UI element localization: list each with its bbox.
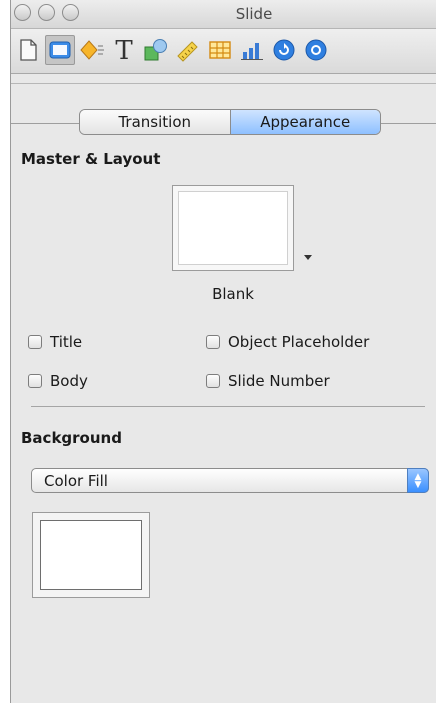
body-checkbox-label: Body <box>50 372 88 390</box>
background-fill-value: Color Fill <box>44 472 108 490</box>
diamond-icon <box>80 40 104 60</box>
inspector-tabs: Transition Appearance <box>79 109 381 135</box>
body-checkbox[interactable]: Body <box>28 372 88 390</box>
tab-transition[interactable]: Transition <box>80 110 230 134</box>
body-checkbox-box[interactable] <box>28 374 42 388</box>
transition-inspector-button[interactable] <box>77 35 107 65</box>
inspector-toolbar: T <box>11 29 436 74</box>
master-thumbnail-preview <box>178 191 288 265</box>
chart-inspector-button[interactable] <box>237 35 267 65</box>
text-inspector-button[interactable]: T <box>109 35 139 65</box>
background-heading: Background <box>21 429 122 447</box>
object-placeholder-checkbox-box[interactable] <box>206 335 220 349</box>
background-color-well[interactable] <box>32 512 150 598</box>
title-checkbox[interactable]: Title <box>28 333 82 351</box>
metrics-inspector-button[interactable] <box>173 35 203 65</box>
background-color-swatch <box>40 520 142 590</box>
master-layout-heading: Master & Layout <box>21 150 161 168</box>
master-thumbnail[interactable] <box>172 185 294 271</box>
title-bar: Slide <box>11 0 436 29</box>
ruler-icon <box>177 41 198 62</box>
slide-inspector-window: Slide T Transition Appearance Master & L… <box>10 0 436 703</box>
window-title: Slide <box>235 5 273 23</box>
slide-number-checkbox-box[interactable] <box>206 374 220 388</box>
section-divider <box>31 406 425 407</box>
shapes-icon <box>144 39 167 61</box>
chart-icon <box>241 43 263 60</box>
hyperlink-inspector-button[interactable] <box>269 35 299 65</box>
at-circle-icon <box>305 39 327 61</box>
slide-number-checkbox[interactable]: Slide Number <box>206 372 330 390</box>
title-checkbox-label: Title <box>50 333 83 351</box>
arrow-circle-icon <box>273 39 295 61</box>
document-icon <box>20 39 37 61</box>
graphic-inspector-button[interactable] <box>141 35 171 65</box>
slide-icon <box>49 41 71 59</box>
title-checkbox-box[interactable] <box>28 335 42 349</box>
table-icon <box>209 41 231 59</box>
master-thumbnail-label: Blank <box>212 285 254 303</box>
quicktime-inspector-button[interactable] <box>301 35 331 65</box>
document-inspector-button[interactable] <box>13 35 43 65</box>
toolbar-separator <box>11 83 436 84</box>
table-inspector-button[interactable] <box>205 35 235 65</box>
object-placeholder-checkbox-label: Object Placeholder <box>228 333 370 351</box>
text-icon: T <box>115 37 133 63</box>
slide-number-checkbox-label: Slide Number <box>228 372 330 390</box>
background-fill-select[interactable]: Color Fill ▲ ▼ <box>31 468 429 493</box>
tab-appearance[interactable]: Appearance <box>229 110 380 134</box>
object-placeholder-checkbox[interactable]: Object Placeholder <box>206 333 369 351</box>
select-arrows-icon: ▲ ▼ <box>407 468 429 493</box>
svg-text:T: T <box>115 37 133 63</box>
master-menu-arrow-icon[interactable] <box>304 255 312 260</box>
slide-inspector-button[interactable] <box>45 35 75 65</box>
